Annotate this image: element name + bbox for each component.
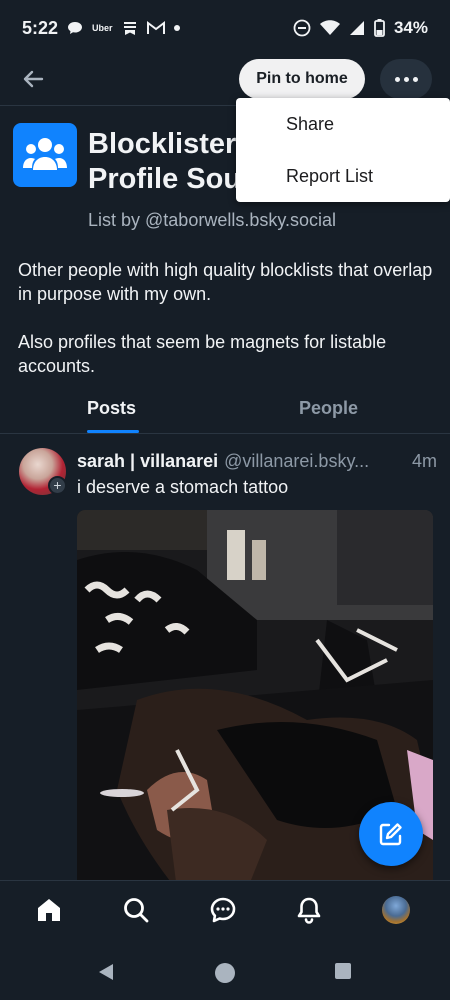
wifi-icon	[319, 20, 340, 36]
bottom-nav	[0, 880, 450, 942]
compose-button[interactable]	[359, 802, 423, 866]
nav-chat-button[interactable]	[208, 895, 238, 925]
list-description: Other people with high quality blocklist…	[18, 258, 438, 378]
ellipsis-icon	[394, 76, 400, 82]
people-group-icon	[23, 138, 67, 170]
status-right: 34%	[293, 18, 428, 38]
tab-people[interactable]: People	[299, 398, 358, 419]
nav-search-button[interactable]	[121, 895, 151, 925]
chat-icon	[210, 897, 236, 923]
nav-profile-button[interactable]	[381, 895, 411, 925]
list-avatar	[13, 123, 77, 187]
status-bar: 5:22 Uber 34%	[0, 0, 450, 56]
tab-bar: Posts People	[0, 384, 450, 434]
ellipsis-dot	[403, 76, 409, 82]
nav-home-button[interactable]	[34, 895, 64, 925]
chat-notification-icon	[67, 20, 83, 36]
home-icon	[38, 899, 60, 921]
arrow-left-icon	[23, 70, 44, 88]
follow-plus-icon[interactable]: +	[48, 476, 67, 495]
compose-icon	[379, 823, 402, 846]
active-tab-indicator	[87, 430, 139, 433]
author-name[interactable]: sarah | villanarei	[77, 451, 218, 472]
menu-item-share[interactable]: Share	[236, 98, 450, 150]
post-text: i deserve a stomach tattoo	[77, 477, 289, 497]
system-nav-bar	[0, 942, 450, 1000]
status-left: 5:22 Uber	[22, 18, 180, 39]
battery-percent: 34%	[393, 18, 428, 37]
nav-notifications-button[interactable]	[294, 895, 324, 925]
search-icon	[124, 898, 149, 923]
do-not-disturb-icon	[293, 19, 311, 37]
home-circle-icon	[215, 963, 235, 983]
cell-signal-icon	[349, 20, 365, 36]
post-timestamp: 4m	[411, 451, 437, 471]
pin-to-home-button[interactable]: Pin to home	[239, 59, 365, 99]
gmail-notification-icon	[146, 21, 165, 35]
battery-icon	[374, 19, 385, 37]
list-description-para-1: Other people with high quality blocklist…	[18, 260, 433, 304]
more-notifications-dot-icon	[173, 25, 180, 31]
back-button[interactable]	[18, 64, 48, 94]
bookmark-notification-icon	[122, 20, 138, 36]
system-home-button[interactable]	[214, 962, 236, 984]
ellipsis-dot	[412, 76, 418, 82]
menu-item-report-list[interactable]: Report List	[236, 150, 450, 202]
system-back-button[interactable]	[96, 962, 116, 982]
list-author[interactable]: List by @taborwells.bsky.social	[88, 210, 336, 231]
list-description-para-2: Also profiles that seem be magnets for l…	[18, 332, 387, 376]
profile-avatar	[382, 896, 410, 924]
recents-square-icon	[335, 963, 351, 979]
bell-icon	[297, 897, 321, 924]
uber-notification-icon: Uber	[92, 23, 113, 33]
options-menu: Share Report List	[236, 98, 450, 202]
tab-posts[interactable]: Posts	[87, 398, 136, 419]
status-time: 5:22	[22, 17, 59, 38]
post-header: sarah | villanarei @villanarei.bsky... 4…	[77, 451, 437, 472]
back-triangle-icon	[99, 964, 113, 980]
author-handle[interactable]: @villanarei.bsky...	[224, 451, 408, 472]
more-options-button[interactable]	[380, 59, 432, 99]
system-recents-button[interactable]	[334, 962, 352, 980]
